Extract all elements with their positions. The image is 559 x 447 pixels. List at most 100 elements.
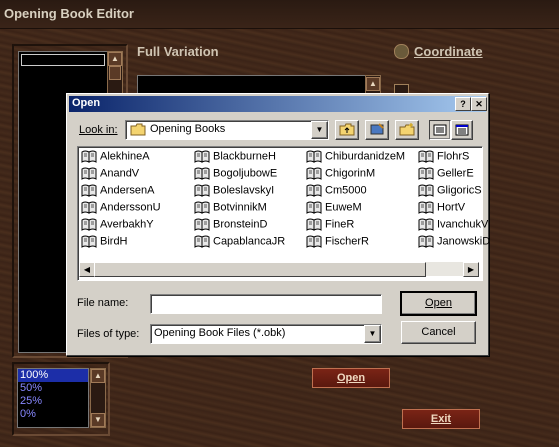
zoom-option[interactable]: 100%: [18, 369, 88, 382]
look-in-text: Look in:: [79, 124, 118, 136]
open-dialog: Open ? ✕ Look in: Opening Books ▼ Alekhi…: [66, 93, 490, 356]
files-of-type-label-text: Files of type:: [77, 328, 140, 340]
zoom-option[interactable]: 50%: [18, 382, 88, 395]
file-item-label: FlohrS: [437, 150, 470, 163]
file-item[interactable]: FineR: [306, 218, 354, 235]
details-view-icon[interactable]: [451, 120, 473, 140]
up-folder-icon[interactable]: [335, 120, 359, 140]
file-item[interactable]: BoleslavskyI: [194, 184, 274, 201]
book-icon: [81, 235, 97, 248]
file-item-label: AverbakhY: [100, 218, 154, 231]
file-item-label: AndersenA: [100, 184, 155, 197]
file-name-field[interactable]: [150, 294, 382, 314]
file-item[interactable]: FischerR: [306, 235, 369, 252]
file-item[interactable]: BlackburneH: [194, 150, 276, 167]
scroll-right-icon[interactable]: ▶: [463, 262, 479, 277]
file-item[interactable]: HortV: [418, 201, 465, 218]
file-item[interactable]: AnderssonU: [81, 201, 161, 218]
file-item-label: FischerR: [325, 235, 370, 248]
scroll-down-icon[interactable]: ▼: [91, 413, 105, 427]
book-icon: [81, 184, 97, 197]
exit-button[interactable]: Exit: [402, 409, 480, 429]
coordinate-icon[interactable]: [394, 44, 409, 59]
scroll-thumb[interactable]: [109, 66, 121, 80]
scroll-up-icon[interactable]: ▲: [366, 77, 380, 91]
book-icon: [194, 201, 210, 214]
file-item[interactable]: BronsteinD: [194, 218, 267, 235]
file-item-label: AnderssonU: [100, 201, 161, 214]
file-list[interactable]: AlekhineA BlackburneH ChiburdanidzeM FlohrS…: [77, 146, 490, 281]
desktop-icon[interactable]: [365, 120, 389, 140]
open-button[interactable]: Open: [312, 368, 390, 388]
file-name-label-text: File name:: [77, 297, 129, 309]
file-item[interactable]: FlohrS: [418, 150, 469, 167]
book-icon: [306, 201, 322, 214]
help-icon[interactable]: ?: [455, 97, 471, 111]
list-view-icon[interactable]: [429, 120, 451, 140]
scroll-up-icon[interactable]: ▲: [108, 52, 122, 66]
file-item-label: BirdH: [100, 235, 128, 248]
file-item-label: ChigorinM: [325, 167, 376, 180]
book-icon: [194, 150, 210, 163]
book-icon: [81, 201, 97, 214]
close-icon[interactable]: ✕: [471, 97, 487, 111]
file-item-label: BogoljubowE: [213, 167, 278, 180]
files-of-type-value: Opening Book Files (*.obk): [154, 327, 286, 339]
file-item-label: BoleslavskyI: [213, 184, 275, 197]
file-item[interactable]: GligoricS: [418, 184, 482, 201]
book-icon: [418, 218, 434, 231]
coordinate-label[interactable]: Coordinate: [414, 44, 483, 59]
book-icon: [418, 235, 434, 248]
zoom-option[interactable]: 0%: [18, 408, 88, 421]
cancel-button[interactable]: Cancel: [401, 321, 476, 344]
move-list-selection: [21, 54, 105, 66]
file-item[interactable]: AverbakhY: [81, 218, 154, 235]
app-title: Opening Book Editor: [4, 6, 134, 21]
look-in-label: Look in:: [79, 124, 118, 136]
new-folder-icon[interactable]: [395, 120, 419, 140]
file-item-label: BlackburneH: [213, 150, 276, 163]
file-item-label: ChiburdanidzeM: [325, 150, 406, 163]
chevron-down-icon[interactable]: ▼: [364, 325, 381, 343]
scroll-left-icon[interactable]: ◀: [79, 262, 95, 277]
zoom-option[interactable]: 25%: [18, 395, 88, 408]
look-in-dropdown[interactable]: Opening Books ▼: [125, 120, 329, 140]
book-icon: [306, 150, 322, 163]
book-icon: [194, 184, 210, 197]
files-of-type-dropdown[interactable]: Opening Book Files (*.obk) ▼: [150, 324, 382, 344]
zoom-list[interactable]: 100% 50% 25% 0%: [17, 368, 89, 428]
file-item[interactable]: AlekhineA: [81, 150, 150, 167]
file-item[interactable]: ChigorinM: [306, 167, 375, 184]
file-item[interactable]: JanowskiD: [418, 235, 490, 252]
file-item-label: Cm5000: [325, 184, 367, 197]
files-of-type-label: Files of type:: [77, 328, 139, 340]
file-item[interactable]: BotvinnikM: [194, 201, 267, 218]
file-item[interactable]: IvanchukV: [418, 218, 488, 235]
file-item[interactable]: EuweM: [306, 201, 362, 218]
chevron-down-icon[interactable]: ▼: [311, 121, 328, 139]
file-item[interactable]: GellerE: [418, 167, 474, 184]
folder-icon: [130, 123, 146, 136]
scroll-up-icon[interactable]: ▲: [91, 369, 105, 383]
dialog-open-button[interactable]: Open: [400, 291, 477, 316]
book-icon: [418, 184, 434, 197]
book-icon: [306, 184, 322, 197]
file-item-label: HortV: [437, 201, 466, 214]
app-title-bar: Opening Book Editor: [0, 0, 559, 29]
file-item[interactable]: AndersenA: [81, 184, 154, 201]
zoom-scrollbar[interactable]: ▲ ▼: [90, 368, 106, 428]
file-item[interactable]: CapablancaJR: [194, 235, 285, 252]
book-icon: [306, 167, 322, 180]
book-icon: [81, 167, 97, 180]
file-item[interactable]: BirdH: [81, 235, 128, 252]
file-item[interactable]: Cm5000: [306, 184, 367, 201]
file-item[interactable]: AnandV: [81, 167, 139, 184]
scroll-thumb[interactable]: [94, 262, 426, 277]
file-item[interactable]: ChiburdanidzeM: [306, 150, 405, 167]
horizontal-scrollbar[interactable]: ◀ ▶: [79, 262, 479, 277]
book-icon: [194, 218, 210, 231]
file-item-label: AnandV: [100, 167, 140, 180]
file-item-label: BotvinnikM: [213, 201, 267, 214]
file-item-label: GligoricS: [437, 184, 482, 197]
file-item[interactable]: BogoljubowE: [194, 167, 277, 184]
